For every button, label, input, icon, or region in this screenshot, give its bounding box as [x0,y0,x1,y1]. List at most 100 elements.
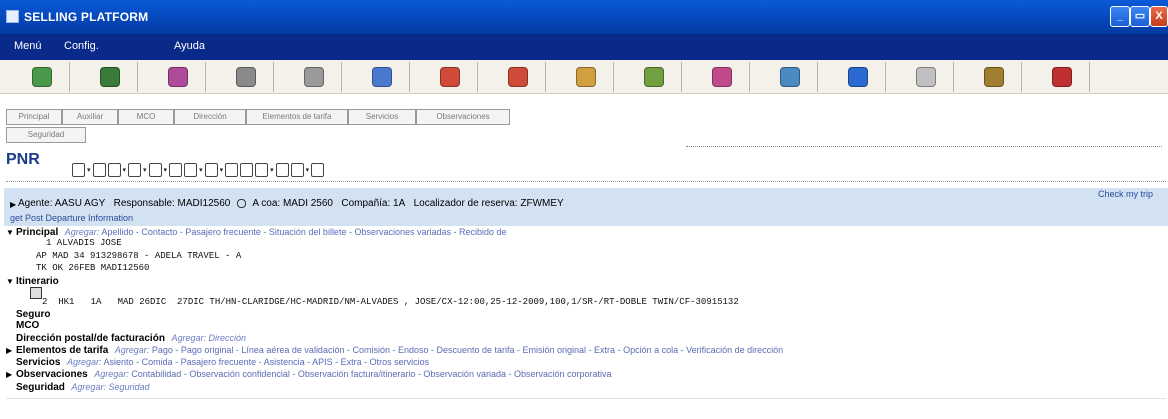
section-title: Observaciones [16,369,88,380]
collapse-arrow-icon[interactable]: ▼ [6,228,16,237]
parasol-icon [575,67,596,87]
map-icon [643,67,664,87]
coin-icon[interactable] [184,163,198,177]
expand-arrow-icon[interactable]: ▶ [6,346,16,355]
check-my-trip-link[interactable]: Check my trip [1098,189,1153,199]
section-title: Itinerario [16,276,59,287]
toolbar-button[interactable] [82,62,138,92]
section-servicios: Servicios Agregar: Asiento - Comida - Pa… [16,357,429,368]
principal-add-links[interactable]: Apellido - Contacto - Pasajero frecuente… [101,227,506,237]
toolbar-button[interactable] [1034,62,1090,92]
app-icon [6,10,19,23]
chevron-down-icon[interactable]: ▾ [306,166,310,174]
section-title: Seguro [16,309,51,320]
copy-icon[interactable] [240,163,254,177]
toolbar-button[interactable] [422,62,478,92]
toolbar-button[interactable] [218,62,274,92]
tab-auxiliar[interactable]: Auxiliar [62,109,118,125]
chevron-down-icon[interactable]: ▾ [123,166,127,174]
car-icon [371,67,392,87]
responsable: Responsable: MADI12560 [113,198,231,209]
menu-item-ayuda[interactable]: Ayuda [174,40,205,52]
preview-icon[interactable] [275,163,289,177]
agregar-label: Agregar: [114,345,150,355]
tab-seguridad[interactable]: Seguridad [6,127,86,143]
edit-icon[interactable] [107,163,121,177]
toolbar-button[interactable] [150,62,206,92]
servicios-add-links[interactable]: Asiento - Comida - Pasajero frecuente - … [104,357,430,367]
observaciones-add-links[interactable]: Contabilidad - Observación confidencial … [131,369,611,379]
toolbar-button[interactable] [558,62,614,92]
building-icon [1051,67,1072,87]
menu-item-config[interactable]: Config. [64,40,99,52]
section-title: Dirección postal/de facturación [16,333,165,344]
title-bar: SELLING PLATFORM _ ▭ X [0,0,1168,34]
ticket-icon [711,67,732,87]
split-icon[interactable] [255,163,269,177]
passenger-line[interactable]: 1 ALVADIS JOSE [46,238,122,248]
maximize-button[interactable]: ▭ [1130,6,1150,27]
menu-bar: Menú Config. Ayuda [0,34,1168,60]
tab-mco[interactable]: MCO [118,109,174,125]
queue-icon[interactable] [169,163,183,177]
agent-info-band: ▶ Agente: AASU AGY Responsable: MADI1256… [4,188,1168,226]
menu-item-menu[interactable]: Menú [14,40,42,52]
expand-arrow-icon[interactable]: ▶ [10,200,16,209]
toolbar-button[interactable] [354,62,410,92]
chevron-down-icon[interactable]: ▾ [143,166,147,174]
new-document-icon[interactable] [92,163,106,177]
toolbar-button[interactable] [694,62,750,92]
ticket-icon[interactable] [225,163,239,177]
toolbar-button[interactable] [286,62,342,92]
ticket-line[interactable]: TK OK 26FEB MADI12560 [36,263,149,273]
section-title: MCO [16,320,40,331]
hotel-segment-icon[interactable] [30,287,42,299]
remarks-icon[interactable] [148,163,162,177]
cube-icon [31,67,52,87]
window-title: SELLING PLATFORM [24,10,149,24]
tab-principal[interactable]: Principal [6,109,62,125]
section-title: Servicios [16,357,61,368]
segment-line[interactable]: 2 HK1 1A MAD 26DIC 27DIC TH/HN-CLARIDGE/… [42,297,739,307]
section-title: Seguridad [16,382,65,393]
toolbar-button[interactable] [762,62,818,92]
agregar-direccion-link[interactable]: Agregar: Dirección [171,333,246,343]
tools-icon [235,67,256,87]
notes-icon[interactable] [128,163,142,177]
post-departure-link[interactable]: get Post Departure Information [10,213,133,223]
tarifa-add-links[interactable]: Pago - Pago original - Línea aérea de va… [152,345,783,355]
close-button[interactable]: X [1150,6,1168,27]
toolbar-button[interactable] [14,62,70,92]
tab-elementos-tarifa[interactable]: Elementos de tarifa [246,109,348,125]
tab-servicios[interactable]: Servicios [348,109,416,125]
toolbar-button[interactable] [626,62,682,92]
divider [6,181,1166,182]
cake-icon [915,67,936,87]
chevron-down-icon[interactable]: ▾ [87,166,91,174]
agregar-label: Agregar: [67,357,102,367]
history-icon[interactable] [204,163,218,177]
section-itinerario: ▼ Itinerario [6,276,59,287]
toolbar-button[interactable] [898,62,954,92]
expand-arrow-icon[interactable]: ▶ [6,370,16,379]
save-icon[interactable] [72,163,85,177]
toolbar-button[interactable] [966,62,1022,92]
agregar-seguridad-link[interactable]: Agregar: Seguridad [71,382,149,392]
toolbar-button[interactable] [490,62,546,92]
list-icon[interactable] [311,163,325,177]
section-mco: MCO [16,320,39,331]
chevron-down-icon[interactable]: ▾ [164,166,168,174]
chevron-down-icon[interactable]: ▾ [199,166,203,174]
chevron-down-icon[interactable]: ▾ [270,166,274,174]
print-icon[interactable] [290,163,304,177]
contact-line[interactable]: AP MAD 34 913298678 - ADELA TRAVEL - A [36,251,241,261]
toolbar-button[interactable] [830,62,886,92]
tab-direccion[interactable]: Dirección [174,109,246,125]
documents-icon [779,67,800,87]
tab-observaciones[interactable]: Observaciones [416,109,510,125]
main-toolbar [0,60,1168,94]
section-seguro: Seguro [16,309,50,320]
minimize-button[interactable]: _ [1110,6,1130,27]
chevron-down-icon[interactable]: ▾ [220,166,224,174]
collapse-arrow-icon[interactable]: ▼ [6,277,16,286]
